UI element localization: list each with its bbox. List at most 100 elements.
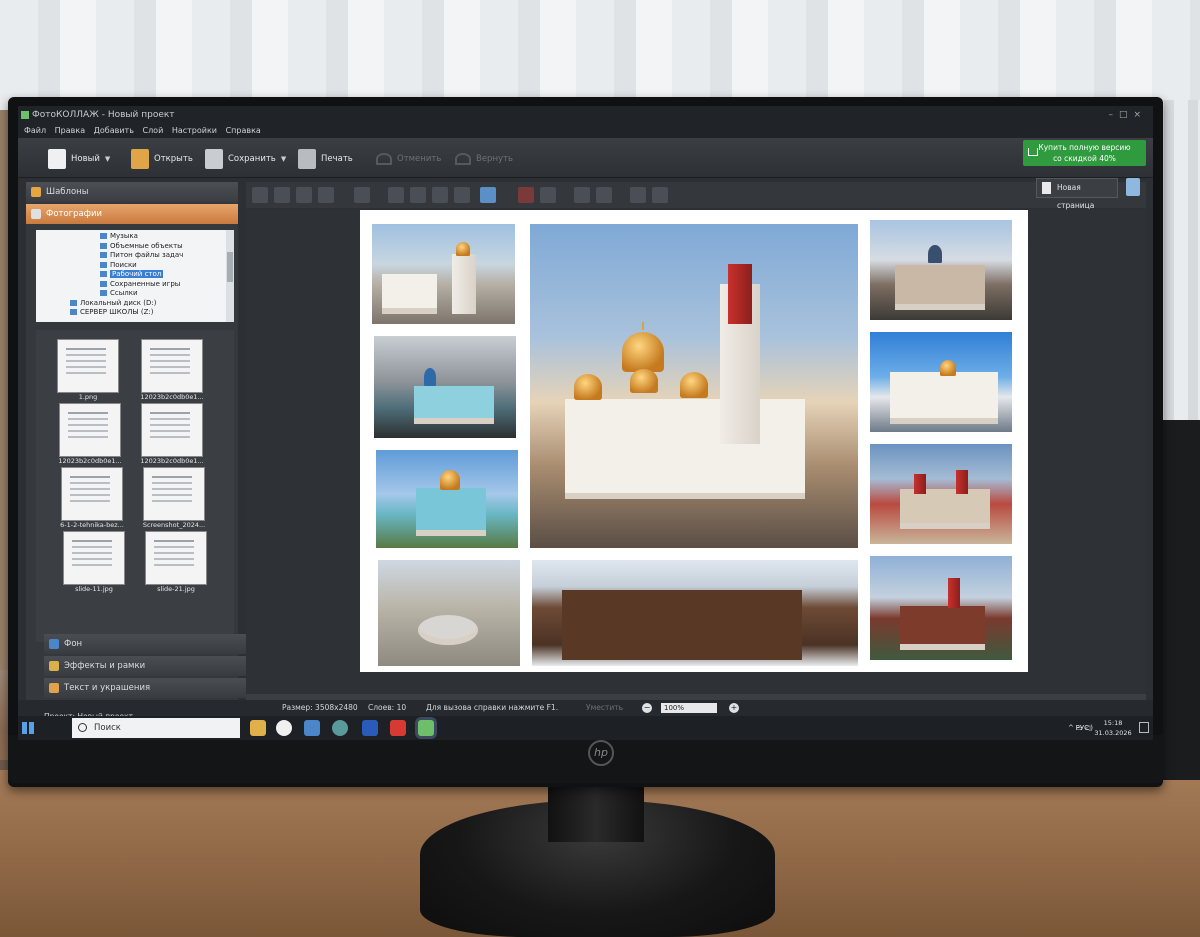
open-button[interactable]: Открыть [131, 146, 193, 172]
flip-horizontal-icon[interactable] [432, 187, 448, 203]
tree-scrollbar[interactable] [226, 230, 234, 322]
page-settings-icon[interactable] [1126, 178, 1140, 196]
file-thumbnail[interactable]: Screenshot_2024... [143, 468, 205, 529]
clock[interactable]: 15:18 31.03.2026 [1093, 718, 1133, 738]
zoom-level[interactable]: 100% [661, 703, 717, 713]
templates-section[interactable]: Шаблоны [26, 182, 238, 202]
fit-button[interactable]: Уместить [586, 700, 623, 716]
rotate-left-icon[interactable] [388, 187, 404, 203]
background-section[interactable]: Фон [44, 634, 246, 654]
window-controls[interactable]: –□× [1108, 106, 1147, 124]
save-label: Сохранить [228, 154, 276, 164]
layer-backward-icon[interactable] [296, 187, 312, 203]
rotate-right-icon[interactable] [410, 187, 426, 203]
tree-item[interactable]: Ссылки [36, 289, 234, 299]
undo-button[interactable]: Отменить [376, 146, 441, 172]
menu-file[interactable]: Файл [24, 124, 46, 138]
collage-photo[interactable] [378, 560, 520, 666]
layer-back-icon[interactable] [318, 187, 334, 203]
layer-front-icon[interactable] [252, 187, 268, 203]
layer-count: Слоев: 10 [368, 703, 407, 712]
cart-icon [1028, 148, 1038, 156]
save-button[interactable]: Сохранить ▼ [205, 146, 286, 172]
menu-edit[interactable]: Правка [55, 124, 85, 138]
buy-full-version-button[interactable]: Купить полную версию со скидкой 40% [1023, 140, 1146, 166]
photos-section[interactable]: Фотографии [26, 204, 238, 224]
file-thumbnail[interactable]: 12023b2c0db0e1... [58, 404, 122, 465]
yandex-icon[interactable] [390, 720, 406, 736]
tree-item[interactable]: Сохраненные игры [36, 280, 234, 290]
menu-help[interactable]: Справка [226, 124, 261, 138]
chevron-down-icon[interactable]: ▼ [281, 155, 286, 163]
collage-photo[interactable] [372, 224, 515, 324]
zoom-out-icon[interactable]: − [642, 703, 652, 713]
flip-vertical-icon[interactable] [454, 187, 470, 203]
app-icon-swirl[interactable] [332, 720, 348, 736]
zoom-in-icon[interactable]: + [729, 703, 739, 713]
effects-section[interactable]: Эффекты и рамки [44, 656, 246, 676]
tree-item[interactable]: Локальный диск (D:) [36, 299, 234, 309]
file-thumbnail[interactable]: 1.png [58, 340, 118, 401]
frame-icon[interactable] [480, 187, 496, 203]
new-page-button[interactable]: Новая страница [1036, 178, 1118, 210]
collage-photo-main[interactable] [530, 224, 858, 548]
collage-photo[interactable] [870, 444, 1012, 544]
file-thumbnail[interactable]: 6-1-2-tehnika-bez... [60, 468, 124, 529]
file-thumbnail[interactable]: slide-11.jpg [64, 532, 124, 593]
windows-start-icon[interactable] [22, 722, 34, 734]
photo-dome [456, 242, 470, 256]
pointer-icon[interactable] [596, 187, 612, 203]
thumbnail-image [60, 404, 120, 456]
collage-photo[interactable] [374, 336, 516, 438]
print-button[interactable]: Печать [298, 146, 353, 172]
collage-photo[interactable] [870, 556, 1012, 660]
folder-icon [100, 252, 107, 258]
delete-icon[interactable] [518, 187, 534, 203]
layer-forward-icon[interactable] [274, 187, 290, 203]
menu-add[interactable]: Добавить [94, 124, 134, 138]
photo-church [452, 254, 476, 314]
scroll-thumb[interactable] [227, 252, 233, 282]
tree-item-selected[interactable]: Рабочий стол [36, 270, 234, 280]
redo-button[interactable]: Вернуть [455, 146, 513, 172]
file-thumbnail[interactable]: slide-21.jpg [146, 532, 206, 593]
tree-item-label: Питон файлы задач [110, 251, 184, 259]
collage-photo[interactable] [870, 220, 1012, 320]
menu-settings[interactable]: Настройки [172, 124, 217, 138]
photo-church [416, 488, 486, 536]
brush-icon[interactable] [652, 187, 668, 203]
word-icon[interactable] [362, 720, 378, 736]
chevron-down-icon[interactable]: ▼ [105, 155, 110, 163]
tree-item[interactable]: Питон файлы задач [36, 251, 234, 261]
new-button[interactable]: Новый ▼ [48, 146, 110, 172]
calculator-icon[interactable] [304, 720, 320, 736]
collage-photo[interactable] [376, 450, 518, 548]
collage-page[interactable] [360, 210, 1028, 672]
collage-photo[interactable] [870, 332, 1012, 432]
file-thumbnail[interactable]: 12023b2c0db0e1... [140, 404, 204, 465]
yandex-browser-icon[interactable] [276, 720, 292, 736]
collage-photo-wide[interactable] [532, 560, 858, 666]
text-section[interactable]: Текст и украшения [44, 678, 246, 698]
notification-icon[interactable] [1139, 722, 1149, 733]
photo-dome [680, 372, 708, 398]
tree-item-label: СЕРВЕР ШКОЛЫ (Z:) [80, 308, 154, 316]
hand-icon[interactable] [574, 187, 590, 203]
file-explorer-icon[interactable] [250, 720, 266, 736]
tree-item[interactable]: СЕРВЕР ШКОЛЫ (Z:) [36, 308, 234, 318]
photos-icon [31, 209, 41, 219]
tree-item[interactable]: Объемные объекты [36, 242, 234, 252]
tree-item[interactable]: Музыка [36, 232, 234, 242]
fotocollage-taskbar-icon[interactable] [418, 720, 434, 736]
taskbar-search[interactable]: Поиск [72, 718, 240, 738]
language-indicator[interactable]: РУС [1076, 716, 1089, 740]
gear-icon[interactable] [630, 187, 646, 203]
thumbnail-caption: 1.png [78, 393, 98, 401]
thumbnail-caption: 6-1-2-tehnika-bez... [60, 521, 124, 529]
photo-dome [630, 369, 658, 393]
menu-layer[interactable]: Слой [142, 124, 163, 138]
crop-icon[interactable] [540, 187, 556, 203]
align-icon[interactable] [354, 187, 370, 203]
file-thumbnail[interactable]: 12023b2c0db0e1... [140, 340, 204, 401]
tree-item[interactable]: Поиски [36, 261, 234, 271]
